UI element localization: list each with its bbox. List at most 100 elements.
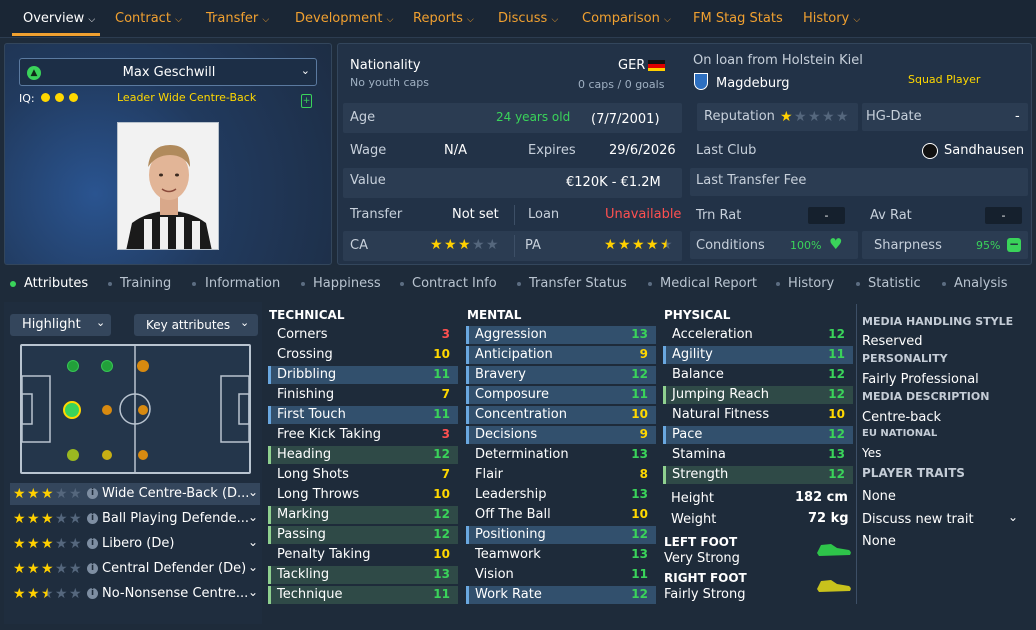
attribute-row-positioning[interactable]: Positioning 12 [466,526,656,544]
attribute-row-jumping-reach[interactable]: Jumping Reach 12 [663,386,853,404]
nav-transfer[interactable]: Transfer ⌵ [206,11,269,26]
attribute-name: Technique [277,587,343,602]
tab-happiness[interactable]: Happiness [313,276,381,291]
attribute-name: Marking [277,507,330,522]
sharpness-icon: − [1007,237,1021,252]
attribute-row-first-touch[interactable]: First Touch 11 [268,406,458,424]
role-row[interactable]: ★ ★ ★ ★ ★ i Libero (De) ⌄ [10,533,260,555]
tab-history[interactable]: History [788,276,834,291]
iq-dot-icon [41,93,50,102]
attribute-row-free-kick-taking[interactable]: Free Kick Taking 3 [268,426,458,444]
nav-discuss[interactable]: Discuss ⌵ [498,11,558,26]
attribute-row-tackling[interactable]: Tackling 13 [268,566,458,584]
separator-dot [648,282,652,286]
attribute-value: 12 [828,467,845,481]
info-icon[interactable]: i [87,563,98,574]
attribute-row-balance[interactable]: Balance 12 [663,366,853,384]
chevron-down-icon[interactable]: ⌄ [248,485,258,499]
info-icon[interactable]: i [87,513,98,524]
attribute-row-strength[interactable]: Strength 12 [663,466,853,484]
club-name[interactable]: Magdeburg [716,76,790,91]
attribute-row-heading[interactable]: Heading 12 [268,446,458,464]
tab-transfer-status[interactable]: Transfer Status [529,276,627,291]
chevron-down-icon[interactable]: ⌄ [1008,510,1018,524]
discuss-trait-dropdown[interactable]: Discuss new trait [862,512,974,527]
attribute-row-composure[interactable]: Composure 11 [466,386,656,404]
chevron-down-icon[interactable]: ⌄ [248,535,258,549]
attribute-row-work-rate[interactable]: Work Rate 12 [466,586,656,604]
attribute-row-stamina[interactable]: Stamina 13 [663,446,853,464]
attribute-row-flair[interactable]: Flair 8 [466,466,656,484]
attribute-row-aggression[interactable]: Aggression 13 [466,326,656,344]
clipboard-icon[interactable]: + [301,94,312,108]
attribute-row-teamwork[interactable]: Teamwork 13 [466,546,656,564]
chevron-down-icon[interactable]: ⌄ [248,585,258,599]
key-attributes-dropdown[interactable]: Key attributes ⌄ [134,314,258,336]
attribute-row-long-throws[interactable]: Long Throws 10 [268,486,458,504]
chevron-down-icon: ⌵ [175,15,182,25]
attribute-name: Flair [475,467,504,482]
attribute-row-passing[interactable]: Passing 12 [268,526,458,544]
nav-fm-stag-stats[interactable]: FM Stag Stats [693,11,783,26]
chevron-down-icon[interactable]: ⌄ [248,560,258,574]
info-icon[interactable]: i [87,588,98,599]
tab-information[interactable]: Information [205,276,280,291]
attribute-row-acceleration[interactable]: Acceleration 12 [663,326,853,344]
role-row[interactable]: ★ ★ ★ ★ ★ i Ball Playing Defende... ⌄ [10,508,260,530]
tab-contract-info[interactable]: Contract Info [412,276,497,291]
technical-header: TECHNICAL [269,308,345,322]
attribute-row-anticipation[interactable]: Anticipation 9 [466,346,656,364]
attribute-row-decisions[interactable]: Decisions 9 [466,426,656,444]
nav-comparison[interactable]: Comparison ⌵ [582,11,671,26]
attribute-row-finishing[interactable]: Finishing 7 [268,386,458,404]
attribute-name: Stamina [672,447,726,462]
attribute-row-determination[interactable]: Determination 13 [466,446,656,464]
chevron-down-icon[interactable]: ⌄ [248,510,258,524]
info-icon[interactable]: i [87,538,98,549]
nav-history[interactable]: History ⌵ [803,11,860,26]
attribute-row-penalty-taking[interactable]: Penalty Taking 10 [268,546,458,564]
player-traits-label: PLAYER TRAITS [862,466,965,480]
tab-medical-report[interactable]: Medical Report [660,276,757,291]
attribute-row-pace[interactable]: Pace 12 [663,426,853,444]
nav-contract[interactable]: Contract ⌵ [115,11,182,26]
role-row[interactable]: ★ ★ ★ ★ ★ i Wide Centre-Back (D... ⌄ [10,483,260,505]
tab-training[interactable]: Training [120,276,171,291]
attribute-row-agility[interactable]: Agility 11 [663,346,853,364]
nav-development[interactable]: Development ⌵ [295,11,393,26]
attribute-row-dribbling[interactable]: Dribbling 11 [268,366,458,384]
attribute-value: 8 [639,467,648,481]
attribute-row-leadership[interactable]: Leadership 13 [466,486,656,504]
attribute-name: Heading [277,447,332,462]
role-name: Libero (De) [102,536,175,551]
attribute-row-long-shots[interactable]: Long Shots 7 [268,466,458,484]
physical-header: PHYSICAL [664,308,731,322]
attribute-row-marking[interactable]: Marking 12 [268,506,458,524]
heart-icon: ♥ [829,235,843,253]
attribute-value: 12 [828,387,845,401]
star-icon: ★ [486,237,499,253]
tab-statistic[interactable]: Statistic [868,276,921,291]
last-club-value[interactable]: Sandhausen [944,143,1024,158]
attribute-row-bravery[interactable]: Bravery 12 [466,366,656,384]
attribute-row-off-the-ball[interactable]: Off The Ball 10 [466,506,656,524]
attribute-row-natural-fitness[interactable]: Natural Fitness 10 [663,406,853,424]
nav-reports[interactable]: Reports ⌵ [413,11,474,26]
role-row[interactable]: ★ ★ ★ ★ ★ i No-Nonsense Centre... ⌄ [10,583,260,605]
tab-attributes[interactable]: Attributes [24,276,88,291]
star-icon: ★ [55,536,68,552]
attribute-row-vision[interactable]: Vision 11 [466,566,656,584]
info-icon[interactable]: i [87,488,98,499]
nav-overview[interactable]: Overview ⌵ [23,11,95,26]
tab-analysis[interactable]: Analysis [954,276,1008,291]
player-selector[interactable]: ▲ Max Geschwill ⌄ [19,58,317,86]
star-icon: ★ [69,561,82,577]
role-row[interactable]: ★ ★ ★ ★ ★ i Central Defender (De) ⌄ [10,558,260,580]
attribute-row-corners[interactable]: Corners 3 [268,326,458,344]
highlight-dropdown[interactable]: Highlight ⌄ [10,314,111,336]
attribute-row-technique[interactable]: Technique 11 [268,586,458,604]
separator-dot [301,282,305,286]
height-value: 182 cm [795,490,848,505]
attribute-row-crossing[interactable]: Crossing 10 [268,346,458,364]
attribute-row-concentration[interactable]: Concentration 10 [466,406,656,424]
